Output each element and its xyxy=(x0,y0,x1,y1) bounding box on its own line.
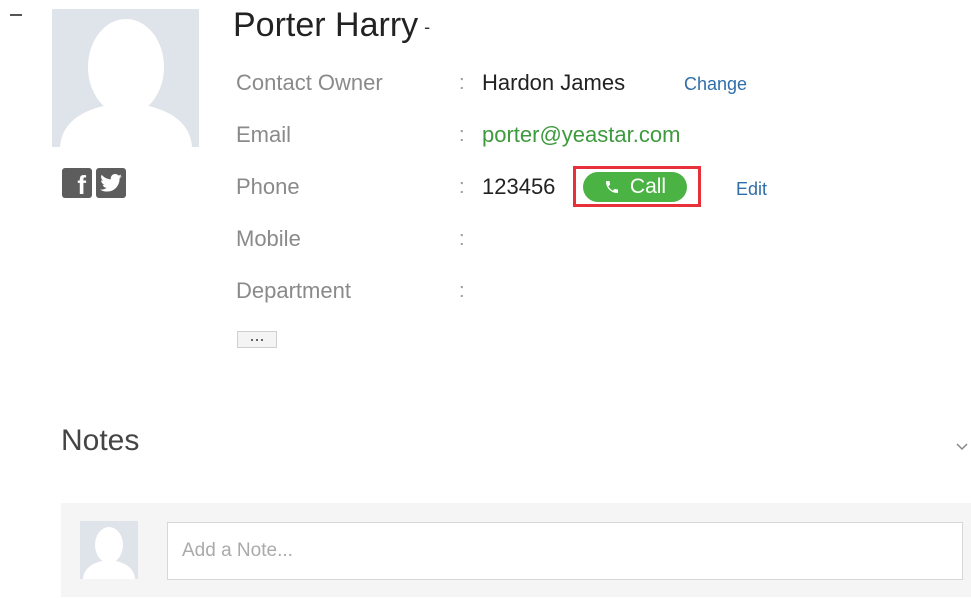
ellipsis-dot xyxy=(256,338,258,341)
notes-title: Notes xyxy=(61,424,140,457)
phone-value: 123456 xyxy=(482,174,556,199)
edit-phone-link[interactable]: Edit xyxy=(736,179,767,200)
ellipsis-dot xyxy=(261,338,263,341)
add-note-input[interactable] xyxy=(167,522,963,580)
phone-label: Phone xyxy=(236,174,300,199)
chevron-down-icon[interactable] xyxy=(956,438,968,456)
person-silhouette-icon xyxy=(60,19,192,147)
person-silhouette-icon xyxy=(83,527,135,579)
contact-name-suffix: - xyxy=(424,16,431,37)
mobile-label: Mobile xyxy=(236,226,301,251)
mobile-colon: : xyxy=(459,228,465,250)
department-label: Department xyxy=(236,278,351,303)
contact-owner-value: Hardon James xyxy=(482,70,626,95)
twitter-bird-icon xyxy=(100,174,122,192)
phone-colon: : xyxy=(459,176,465,198)
contact-avatar xyxy=(52,9,199,147)
contact-owner-colon: : xyxy=(459,72,465,94)
change-owner-link[interactable]: Change xyxy=(684,74,747,95)
email-value[interactable]: porter@yeastar.com xyxy=(482,122,680,148)
phone-icon xyxy=(605,181,618,193)
facebook-icon[interactable]: f xyxy=(62,168,92,198)
collapse-toggle-icon[interactable] xyxy=(10,14,22,16)
user-avatar xyxy=(80,521,138,579)
ellipsis-dot xyxy=(251,338,253,341)
contact-name: Porter Harry - xyxy=(233,6,430,45)
call-button[interactable]: Call xyxy=(583,172,687,202)
twitter-icon[interactable] xyxy=(96,168,126,198)
email-colon: : xyxy=(459,124,465,146)
facebook-glyph: f xyxy=(77,170,86,200)
contact-owner-label: Contact Owner xyxy=(236,70,383,95)
contact-detail-page: f Porter Harry - Contact Owner : Hardon J… xyxy=(0,0,971,598)
contact-name-text: Porter Harry xyxy=(233,6,419,44)
department-colon: : xyxy=(459,280,465,302)
email-label: Email xyxy=(236,122,292,147)
social-links: f xyxy=(62,168,126,198)
more-fields-button[interactable] xyxy=(237,331,277,348)
call-button-label: Call xyxy=(629,175,667,198)
